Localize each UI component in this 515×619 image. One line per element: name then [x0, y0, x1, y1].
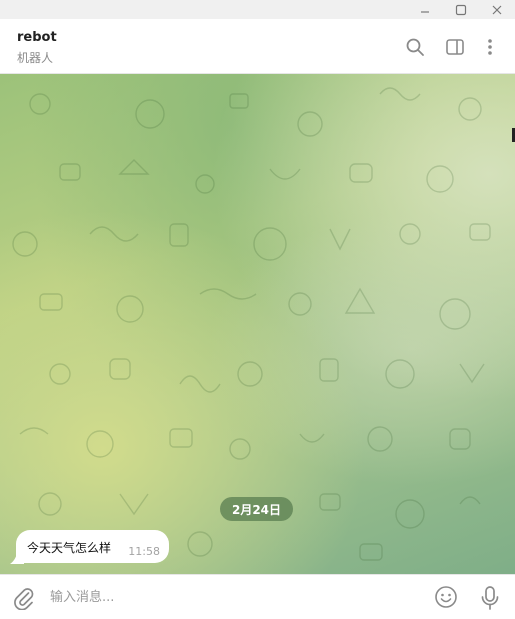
chat-title[interactable]: rebot — [17, 30, 57, 45]
chat-status: 机器人 — [17, 51, 54, 65]
microphone-icon — [481, 586, 499, 610]
message-time: 11:58 — [128, 545, 160, 558]
window-titlebar — [0, 0, 515, 19]
attach-button[interactable] — [12, 586, 36, 611]
chat-header: rebot 机器人 — [0, 19, 515, 74]
search-icon — [406, 38, 424, 56]
paperclip-icon — [14, 588, 34, 611]
minimize-button[interactable] — [407, 0, 443, 19]
message-input[interactable] — [50, 584, 420, 610]
sidebar-toggle-icon — [446, 39, 464, 55]
emoji-button[interactable] — [434, 585, 458, 609]
close-button[interactable] — [479, 0, 515, 19]
more-button[interactable] — [479, 36, 501, 58]
maximize-button[interactable] — [443, 0, 479, 19]
date-separator: 2月24日 — [220, 497, 293, 521]
chat-message-area[interactable]: 2月24日 今天天气怎么样 11:58 — [0, 74, 515, 574]
message-bubble[interactable]: 今天天气怎么样 11:58 — [16, 530, 169, 563]
maximize-icon — [455, 4, 467, 15]
sidebar-toggle-button[interactable] — [444, 36, 466, 58]
search-button[interactable] — [404, 36, 426, 58]
more-vertical-icon — [488, 39, 492, 55]
voice-button[interactable] — [479, 585, 501, 611]
emoji-icon — [435, 586, 457, 608]
close-icon — [492, 5, 502, 14]
message-composer — [0, 574, 515, 619]
minimize-icon — [421, 10, 429, 13]
message-text: 今天天气怎么样 — [27, 541, 112, 555]
